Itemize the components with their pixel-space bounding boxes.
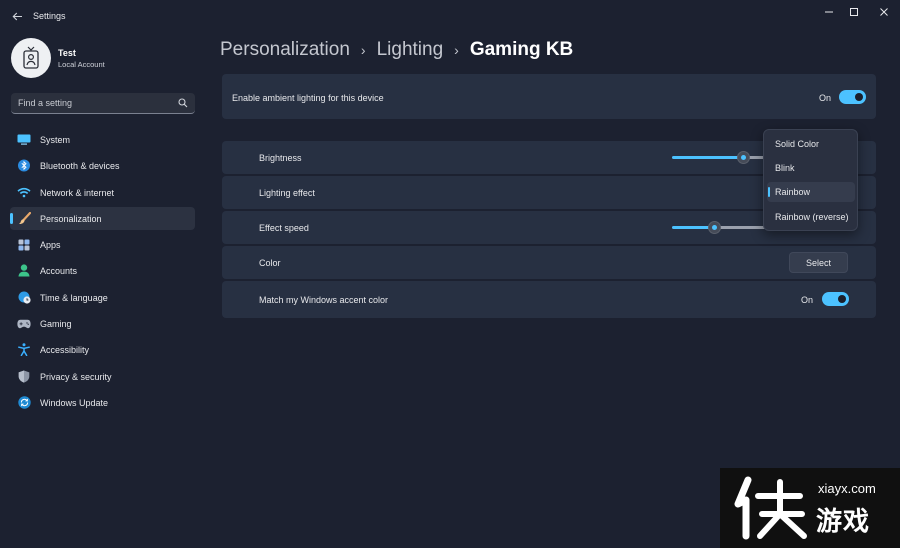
effect-speed-label: Effect speed [259,223,309,233]
page-title: Gaming KB [469,39,574,60]
avatar [11,38,51,78]
badge-person-icon [23,46,39,69]
dropdown-option-label: Rainbow [775,187,811,197]
update-icon [17,396,31,409]
select-color-button[interactable]: Select [789,252,848,273]
sidebar-item-label: Gaming [40,319,72,330]
bluetooth-icon [17,159,31,172]
accent-color-toggle[interactable] [822,292,849,306]
toggle-knob [838,295,846,303]
user-name: Test [58,48,76,58]
sidebar-item-label: System [40,135,71,145]
sidebar-item-network[interactable]: Network & internet [10,181,195,204]
account-type: Local Account [58,60,105,69]
color-row: Color Select [222,246,876,279]
sidebar-item-gaming[interactable]: Gaming [10,312,195,335]
breadcrumb: Personalization › Lighting › Gaming KB [220,38,573,62]
dropdown-option-label: Solid Color [775,139,820,149]
dropdown-option-rainbow-reverse[interactable]: Rainbow (reverse) [767,207,855,227]
breadcrumb-personalization[interactable]: Personalization [220,39,350,61]
watermark: xiayx.com 游戏 [720,468,900,548]
globe-clock-icon [17,291,31,304]
sidebar-item-windows-update[interactable]: Windows Update [10,391,195,414]
search-icon [178,98,188,108]
sidebar-item-label: Windows Update [40,397,109,408]
gamepad-icon [17,317,31,330]
sidebar-item-label: Accessibility [40,345,90,356]
sidebar-item-label: Apps [40,240,61,251]
sidebar-item-apps[interactable]: Apps [10,233,195,256]
watermark-text: 游戏 [816,506,871,536]
brightness-label: Brightness [259,153,302,163]
shield-icon [17,370,31,383]
accessibility-icon [17,343,31,357]
sidebar-item-time-language[interactable]: Time & language [10,286,195,309]
sidebar-item-label: Network & internet [40,187,115,198]
dropdown-option-blink[interactable]: Blink [767,158,855,178]
sidebar-item-label: Personalization [40,213,102,224]
effect-speed-slider[interactable] [672,221,766,234]
search-input[interactable]: Find a setting [11,93,195,114]
back-arrow-icon [12,12,22,20]
maximize-icon [850,8,858,16]
color-label: Color [259,258,281,268]
accent-color-row: Match my Windows accent color On [222,281,876,318]
sidebar-item-accounts[interactable]: Accounts [10,259,195,282]
wifi-icon [17,186,31,199]
sidebar-item-accessibility[interactable]: Accessibility [10,338,195,361]
title-bar: Settings [0,0,900,32]
sidebar-item-label: Privacy & security [40,371,112,382]
person-icon [17,264,31,277]
slider-thumb[interactable] [708,221,721,234]
accent-color-label: Match my Windows accent color [259,295,389,305]
ambient-lighting-toggle[interactable] [839,90,866,104]
apps-icon [17,238,31,251]
watermark-url: xiayx.com [818,481,876,496]
app-title: Settings [33,11,66,21]
dropdown-option-label: Blink [775,163,795,173]
sidebar-item-bluetooth[interactable]: Bluetooth & devices [10,154,195,177]
brush-icon [17,211,31,225]
ambient-lighting-card: Enable ambient lighting for this device … [222,74,876,119]
sidebar-item-label: Bluetooth & devices [40,161,120,172]
search-placeholder: Find a setting [18,98,73,108]
ambient-toggle-state: On [819,93,832,103]
brightness-slider[interactable] [672,151,766,164]
dropdown-option-label: Rainbow (reverse) [775,212,849,222]
watermark-logo [734,476,807,540]
accent-toggle-state: On [801,295,814,305]
dropdown-option-solid-color[interactable]: Solid Color [767,134,855,154]
minimize-button[interactable] [815,2,843,22]
maximize-button[interactable] [840,2,868,22]
lighting-effect-label: Lighting effect [259,188,315,198]
slider-track [714,226,766,229]
slider-fill [672,156,743,159]
breadcrumb-lighting[interactable]: Lighting [377,39,444,61]
sidebar-item-label: Accounts [40,266,78,277]
sidebar-item-personalization[interactable]: Personalization [10,206,195,230]
sidebar-item-label: Time & language [40,292,108,303]
back-button[interactable] [8,6,26,26]
ambient-lighting-label: Enable ambient lighting for this device [232,93,384,103]
chevron-right-icon: › [454,42,459,58]
toggle-knob [855,93,863,101]
sidebar-nav: System Bluetooth & devices Network & int… [10,128,195,417]
chevron-right-icon: › [360,42,366,58]
monitor-icon [17,133,31,146]
sidebar-item-privacy-security[interactable]: Privacy & security [10,365,195,388]
lighting-effect-dropdown: Solid Color Blink Rainbow Rainbow (rever… [763,129,858,231]
slider-thumb[interactable] [737,151,750,164]
dropdown-option-rainbow[interactable]: Rainbow [767,182,855,202]
close-icon [880,8,888,16]
sidebar-item-system[interactable]: System [10,128,195,151]
close-button[interactable] [870,2,898,22]
minimize-icon [825,11,833,13]
